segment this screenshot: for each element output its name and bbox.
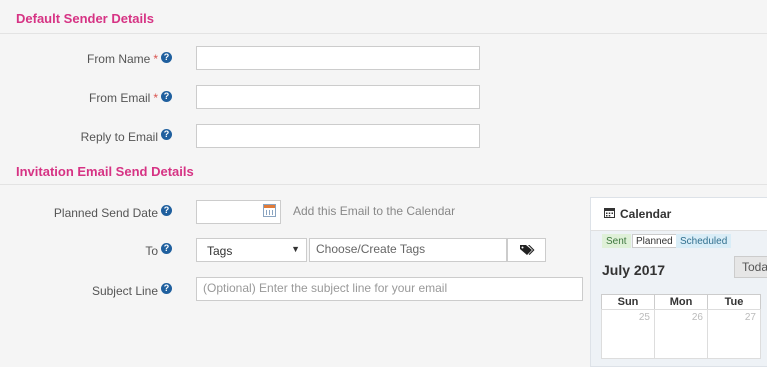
help-icon[interactable]: ? [161,129,172,140]
weekday-header: Mon [654,294,708,310]
reply-to-email-label: Reply to Email [80,130,158,144]
tags-icon [519,245,534,255]
help-icon[interactable]: ? [161,91,172,102]
weekday-header: Sun [601,294,655,310]
weekday-header: Tue [707,294,761,310]
help-icon[interactable]: ? [161,283,172,294]
add-to-calendar-link[interactable]: Add this Email to the Calendar [293,204,455,218]
day-number: 27 [744,312,756,323]
section-divider [0,33,767,34]
help-icon[interactable]: ? [161,52,172,63]
calendar-title: Calendar [620,207,672,221]
calendar-day-cell[interactable]: 25 [601,309,655,359]
calendar-day-cell[interactable]: 27 [707,309,761,359]
planned-send-date-label: Planned Send Date [53,206,158,220]
legend-planned: Planned [632,234,677,248]
section-title-default-sender: Default Sender Details [16,11,154,26]
section-divider [0,184,767,185]
legend-sent: Sent [602,234,631,248]
calendar-panel-header: Calendar [591,198,767,231]
legend-scheduled: Scheduled [676,234,732,248]
calendar-panel: Calendar Sent Planned Scheduled July 201… [590,197,767,367]
subject-line-label: Subject Line [91,284,158,298]
day-number: 25 [638,312,650,323]
date-picker-icon[interactable] [263,204,276,217]
reply-to-email-input[interactable] [196,124,480,148]
section-title-invitation: Invitation Email Send Details [16,164,194,179]
recipient-type-value: Tags [207,244,233,258]
chevron-down-icon: ▼ [291,244,300,254]
calendar-icon [604,208,615,218]
from-email-label: From Email * [88,91,158,105]
to-label: To [145,244,158,258]
help-icon[interactable]: ? [161,243,172,254]
from-name-label: From Name * [86,52,158,66]
today-button[interactable]: Today [734,256,767,278]
help-icon[interactable]: ? [161,205,172,216]
recipient-type-select[interactable]: Tags ▼ [196,238,307,262]
tags-button[interactable] [507,238,546,262]
day-number: 26 [691,312,703,323]
calendar-month-title: July 2017 [602,262,666,278]
tags-input[interactable]: Choose/Create Tags [309,238,507,262]
from-email-input[interactable] [196,85,480,109]
subject-line-input[interactable]: (Optional) Enter the subject line for yo… [196,277,583,301]
from-name-input[interactable] [196,46,480,70]
calendar-day-cell[interactable]: 26 [654,309,708,359]
